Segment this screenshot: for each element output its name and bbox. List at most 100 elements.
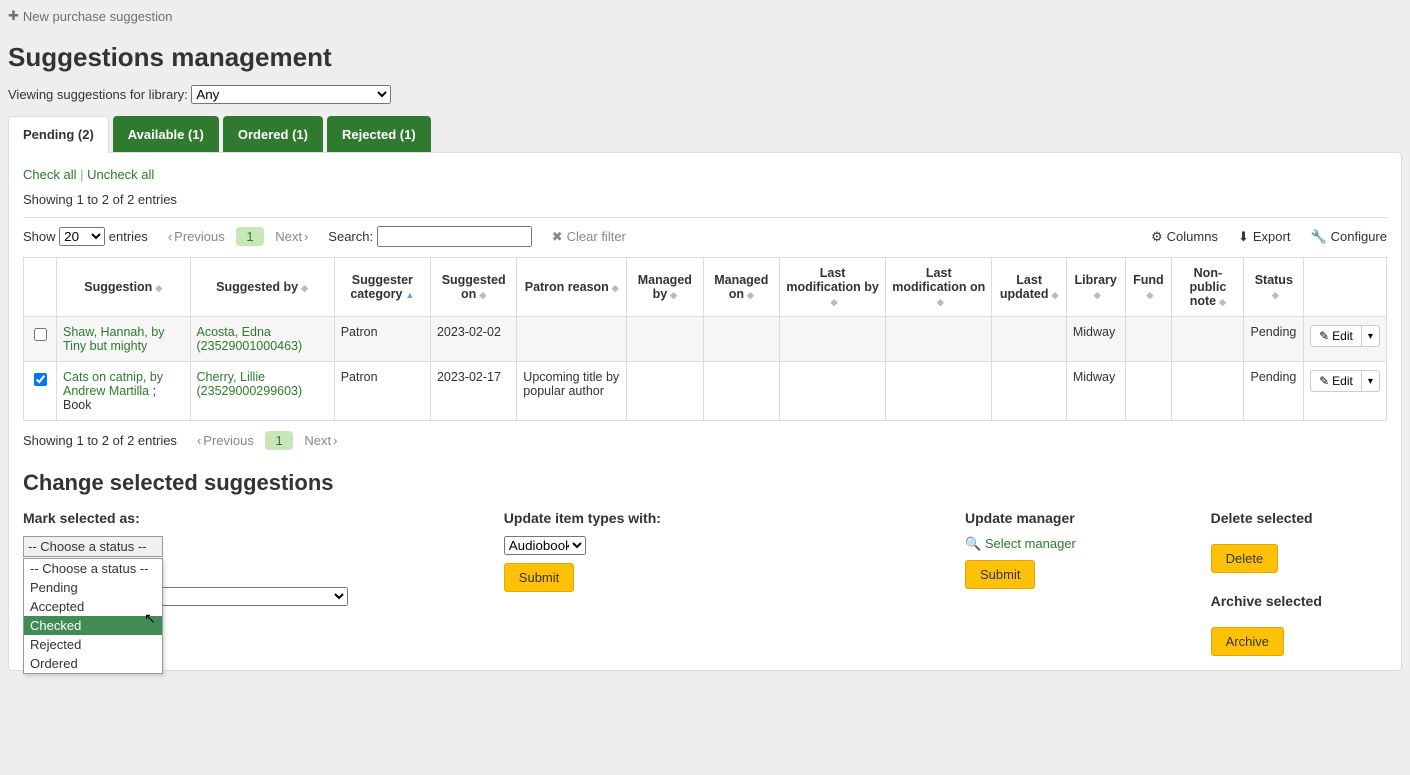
item-type-select[interactable]: Audiobook	[504, 536, 586, 555]
status-select[interactable]: -- Choose a status --	[23, 536, 163, 557]
export-button[interactable]: ⬇ Export	[1238, 229, 1290, 245]
delete-button[interactable]: Delete	[1211, 544, 1279, 573]
prev-page-bottom[interactable]: ‹ Previous	[197, 433, 254, 448]
cell-managed-on	[703, 317, 780, 362]
sort-icon: ◆	[155, 284, 162, 292]
cell-fund	[1125, 317, 1172, 362]
row-checkbox[interactable]	[34, 373, 47, 386]
show-label: Show	[23, 229, 56, 244]
entries-label: entries	[109, 229, 148, 244]
plus-icon: ✚	[8, 8, 19, 24]
table-row: Shaw, Hannah, by Tiny but mighty Acosta,…	[24, 317, 1387, 362]
status-option-checked[interactable]: Checked	[24, 616, 162, 635]
mark-selected-label: Mark selected as:	[23, 510, 474, 526]
edit-button[interactable]: ✎Edit	[1310, 325, 1362, 347]
cell-last-mod-on	[886, 362, 992, 421]
cell-fund	[1125, 362, 1172, 421]
sort-icon: ◆	[479, 291, 486, 299]
check-all-link[interactable]: Check all	[23, 167, 76, 182]
caret-down-icon: ▾	[1368, 376, 1373, 387]
update-item-types-label: Update item types with:	[504, 510, 935, 526]
status-option-ordered[interactable]: Ordered	[24, 654, 162, 673]
status-dropdown: -- Choose a status -- Pending Accepted C…	[23, 558, 163, 674]
col-actions	[1304, 258, 1387, 317]
sort-icon: ◆	[1146, 291, 1153, 299]
col-suggester-category[interactable]: Suggester category▲	[334, 258, 430, 317]
entries-info-top: Showing 1 to 2 of 2 entries	[23, 192, 1387, 207]
col-patron-reason[interactable]: Patron reason◆	[517, 258, 627, 317]
page-number-top[interactable]: 1	[236, 227, 263, 246]
tab-pending[interactable]: Pending (2)	[8, 116, 109, 153]
caret-down-icon: ▾	[1368, 331, 1373, 342]
cell-last-mod-by	[780, 362, 886, 421]
next-page-bottom[interactable]: Next ›	[304, 433, 337, 448]
col-fund[interactable]: Fund◆	[1125, 258, 1172, 317]
status-option-pending[interactable]: Pending	[24, 578, 162, 597]
sort-icon: ◆	[1219, 298, 1226, 306]
tab-ordered[interactable]: Ordered (1)	[223, 116, 323, 152]
sort-icon: ◆	[301, 284, 308, 292]
suggestion-link[interactable]: Shaw, Hannah, by Tiny but mighty	[63, 325, 164, 353]
patron-link[interactable]: Cherry, Lillie (23529000299603)	[197, 370, 303, 398]
update-manager-label: Update manager	[965, 510, 1181, 526]
cell-last-mod-on	[886, 317, 992, 362]
wrench-icon: 🔧	[1310, 229, 1326, 245]
edit-button[interactable]: ✎Edit	[1310, 370, 1362, 392]
close-icon: ✖	[552, 229, 563, 245]
search-icon: 🔍	[965, 536, 981, 551]
library-filter-select[interactable]: Any	[191, 85, 391, 104]
change-selected-title: Change selected suggestions	[23, 470, 1387, 496]
columns-button[interactable]: ⚙ Columns	[1151, 229, 1218, 245]
col-last-mod-by[interactable]: Last modification by◆	[780, 258, 886, 317]
cell-library: Midway	[1066, 317, 1125, 362]
row-checkbox[interactable]	[34, 328, 47, 341]
tab-rejected[interactable]: Rejected (1)	[327, 116, 431, 152]
col-suggested-on[interactable]: Suggested on◆	[430, 258, 516, 317]
cell-suggested-on: 2023-02-02	[430, 317, 516, 362]
status-option-rejected[interactable]: Rejected	[24, 635, 162, 654]
page-number-bottom[interactable]: 1	[265, 431, 292, 450]
pencil-icon: ✎	[1319, 374, 1329, 388]
sort-icon: ◆	[1051, 291, 1058, 299]
next-page-top[interactable]: Next ›	[275, 229, 308, 244]
chevron-left-icon: ‹	[168, 229, 172, 244]
entries-info-bottom: Showing 1 to 2 of 2 entries	[23, 433, 177, 448]
col-last-updated[interactable]: Last updated◆	[992, 258, 1066, 317]
search-input[interactable]	[377, 226, 532, 247]
cell-category: Patron	[334, 317, 430, 362]
status-option-placeholder[interactable]: -- Choose a status --	[24, 559, 162, 578]
submit-item-type-button[interactable]: Submit	[504, 563, 574, 592]
sort-icon: ◆	[831, 298, 838, 306]
col-last-mod-on[interactable]: Last modification on◆	[886, 258, 992, 317]
search-label: Search:	[328, 229, 373, 244]
cell-managed-on	[703, 362, 780, 421]
col-status[interactable]: Status◆	[1244, 258, 1304, 317]
submit-manager-button[interactable]: Submit	[965, 560, 1035, 589]
tab-available[interactable]: Available (1)	[113, 116, 219, 152]
cell-last-updated	[992, 362, 1066, 421]
prev-page-top[interactable]: ‹ Previous	[168, 229, 225, 244]
col-managed-on[interactable]: Managed on◆	[703, 258, 780, 317]
cell-status: Pending	[1244, 317, 1304, 362]
new-purchase-suggestion-link[interactable]: ✚ New purchase suggestion	[8, 8, 173, 24]
chevron-left-icon: ‹	[197, 433, 201, 448]
status-option-accepted[interactable]: Accepted	[24, 597, 162, 616]
col-suggestion[interactable]: Suggestion◆	[57, 258, 191, 317]
select-manager-link[interactable]: 🔍 Select manager	[965, 536, 1076, 551]
clear-filter-link[interactable]: ✖ Clear filter	[552, 229, 626, 245]
col-suggested-by[interactable]: Suggested by◆	[190, 258, 334, 317]
col-managed-by[interactable]: Managed by◆	[627, 258, 703, 317]
patron-link[interactable]: Acosta, Edna (23529001000463)	[197, 325, 303, 353]
archive-button[interactable]: Archive	[1211, 627, 1284, 656]
col-library[interactable]: Library◆	[1066, 258, 1125, 317]
sort-icon: ◆	[670, 291, 677, 299]
edit-dropdown-toggle[interactable]: ▾	[1362, 370, 1380, 392]
configure-button[interactable]: 🔧 Configure	[1310, 229, 1387, 245]
uncheck-all-link[interactable]: Uncheck all	[87, 167, 154, 182]
chevron-right-icon: ›	[333, 433, 337, 448]
page-title: Suggestions management	[8, 42, 1402, 73]
table-row: Cats on catnip, by Andrew Martilla ; Boo…	[24, 362, 1387, 421]
edit-dropdown-toggle[interactable]: ▾	[1362, 325, 1380, 347]
page-size-select[interactable]: 20	[59, 227, 105, 246]
col-non-public-note[interactable]: Non-public note◆	[1172, 258, 1244, 317]
